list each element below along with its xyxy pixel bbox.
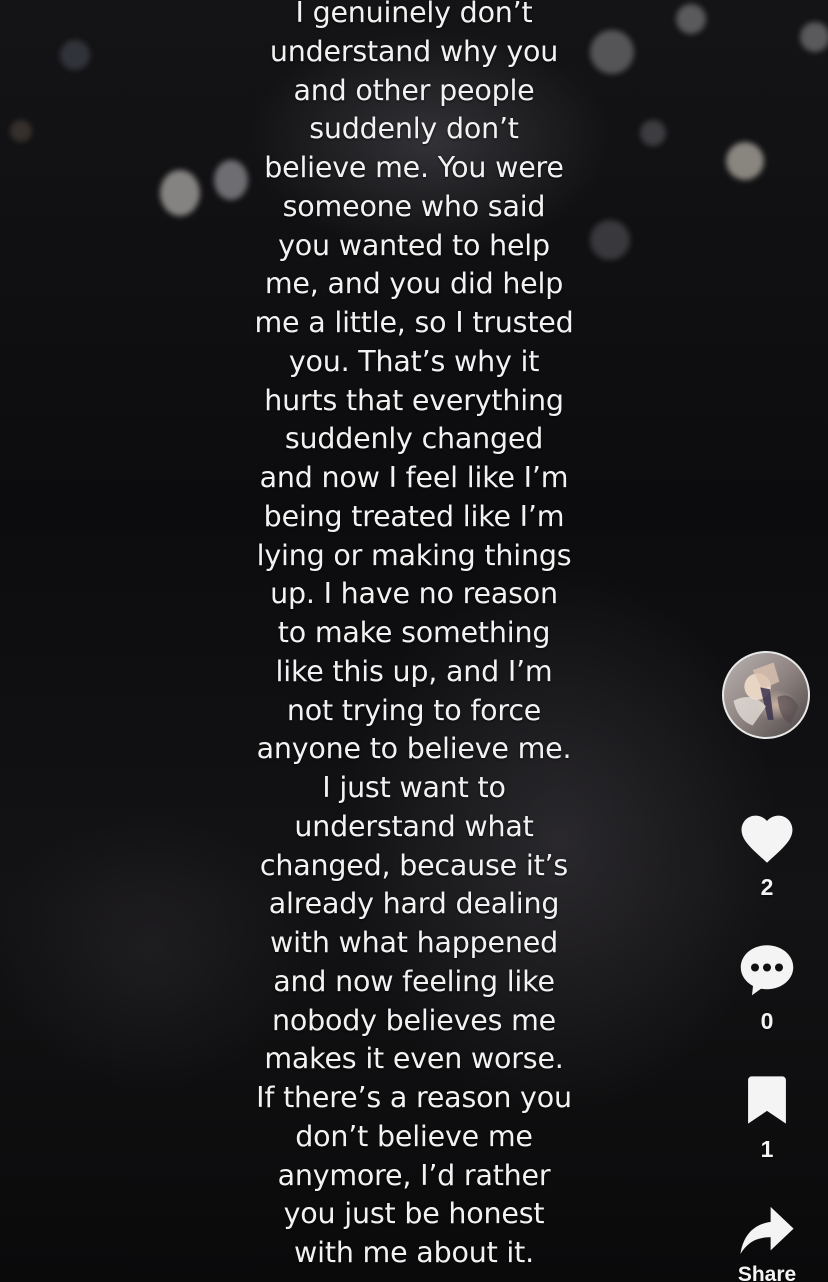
save-button[interactable]: 1 [722,1074,812,1162]
share-arrow-icon [740,1206,794,1254]
like-count: 2 [760,874,774,900]
comment-count: 0 [760,1008,774,1034]
like-button[interactable]: 2 [722,808,812,900]
share-button[interactable]: Share [722,1204,812,1282]
comment-button[interactable]: 0 [722,940,812,1034]
bookmark-icon [748,1076,786,1124]
share-label: Share [737,1263,797,1282]
save-count: 1 [760,1136,774,1162]
video-feed-screen[interactable]: I genuinely don’t understand why you and… [0,0,828,1282]
avatar-photo [733,662,799,726]
action-rail: 2 0 1 Share [722,0,812,1282]
heart-icon [741,815,793,863]
creator-avatar[interactable] [722,651,810,739]
comment-icon [740,945,794,996]
video-caption-text: I genuinely don’t understand why you and… [254,0,574,1269]
